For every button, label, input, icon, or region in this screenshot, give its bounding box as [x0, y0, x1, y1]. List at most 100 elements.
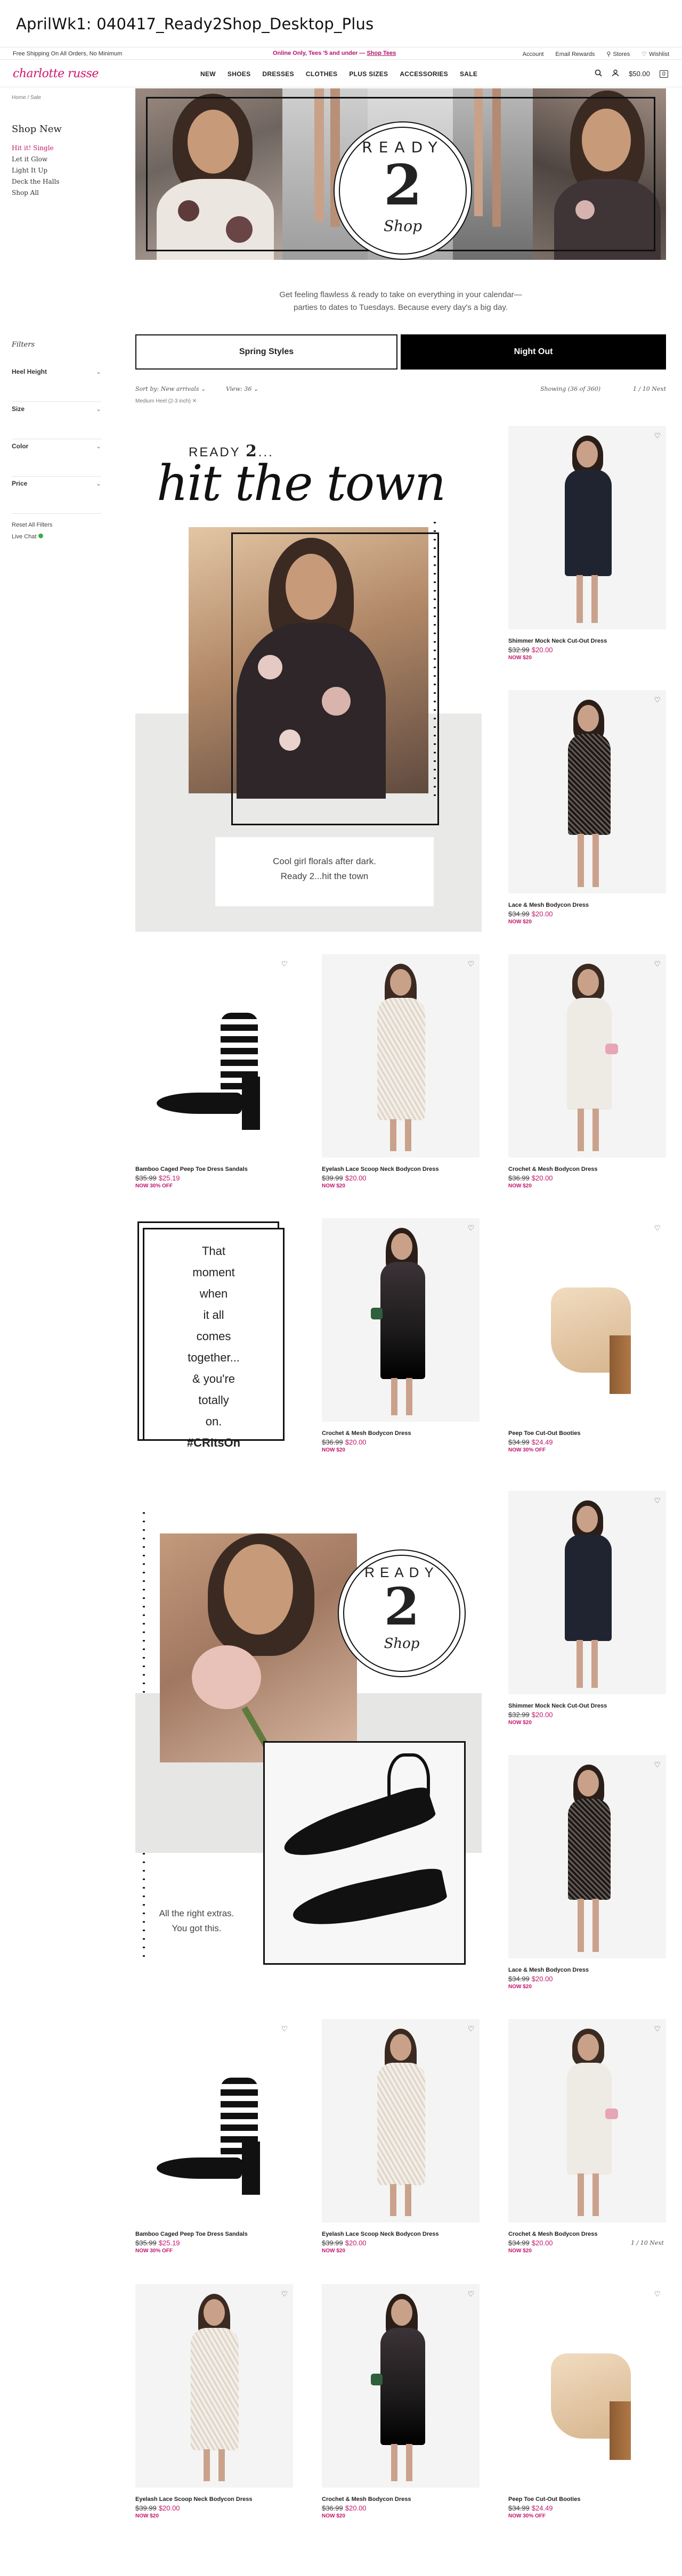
product-name[interactable]: Crochet & Mesh Bodycon Dress: [508, 1166, 666, 1172]
nav-new[interactable]: NEW: [200, 70, 216, 78]
sidebar-item-deck-the-halls[interactable]: Deck the Halls: [12, 176, 59, 187]
breadcrumb[interactable]: Home / Sale: [12, 95, 41, 101]
product-image[interactable]: ♡: [135, 954, 293, 1158]
reset-filters-link[interactable]: Reset All Filters: [12, 519, 101, 531]
heart-icon[interactable]: ♡: [654, 1496, 661, 1505]
heart-icon[interactable]: ♡: [467, 2024, 474, 2033]
nav-sale[interactable]: SALE: [460, 70, 477, 78]
product-tile[interactable]: ♡ Shimmer Mock Neck Cut-Out Dress $32.99…: [508, 426, 666, 661]
product-tile[interactable]: ♡ Bamboo Caged Peep Toe Dress Sandals $3…: [135, 2019, 293, 2254]
product-tile[interactable]: ♡ Eyelash Lace Scoop Neck Bodycon Dress …: [322, 2019, 480, 2254]
pagination[interactable]: 1 / 10 Next: [633, 385, 666, 392]
bag-count-badge[interactable]: 0: [659, 70, 668, 78]
product-name[interactable]: Crochet & Mesh Bodycon Dress: [322, 2496, 480, 2503]
product-image[interactable]: ♡: [508, 2019, 666, 2222]
nav-plus-sizes[interactable]: PLUS SIZES: [349, 70, 388, 78]
heart-icon[interactable]: ♡: [654, 959, 661, 969]
product-name[interactable]: Bamboo Caged Peep Toe Dress Sandals: [135, 1166, 293, 1172]
quote-hashtag[interactable]: #CRItsOn: [143, 1432, 285, 1454]
product-tile[interactable]: ♡ Shimmer Mock Neck Cut-Out Dress $32.99…: [508, 1491, 666, 1726]
user-icon[interactable]: [612, 69, 619, 78]
product-image[interactable]: ♡: [508, 1218, 666, 1422]
stores-link[interactable]: ⚲ Stores: [606, 51, 630, 58]
email-rewards-link[interactable]: Email Rewards: [555, 51, 595, 58]
product-image[interactable]: ♡: [508, 1755, 666, 1958]
product-image[interactable]: ♡: [322, 2284, 480, 2488]
sidebar-item-let-it-glow[interactable]: Let it Glow: [12, 154, 59, 165]
wishlist-link[interactable]: ♡ Wishlist: [642, 51, 669, 58]
product-image[interactable]: ♡: [508, 2284, 666, 2488]
heart-icon[interactable]: ♡: [654, 695, 661, 704]
sidebar-item-shop-all[interactable]: Shop All: [12, 187, 59, 199]
product-name[interactable]: Bamboo Caged Peep Toe Dress Sandals: [135, 2231, 293, 2237]
selected-filter-chip[interactable]: Medium Heel (2-3 inch) ✕: [135, 398, 197, 404]
tab-night-out[interactable]: Night Out: [401, 334, 666, 370]
search-icon[interactable]: [595, 69, 602, 78]
heart-icon[interactable]: ♡: [654, 1760, 661, 1769]
product-name[interactable]: Lace & Mesh Bodycon Dress: [508, 1967, 666, 1973]
heart-icon[interactable]: ♡: [281, 2290, 288, 2299]
product-tile[interactable]: ♡ Peep Toe Cut-Out Booties $34.99 $24.49 …: [508, 1218, 666, 1453]
heart-icon[interactable]: ♡: [654, 431, 661, 440]
product-tile[interactable]: ♡ Crochet & Mesh Bodycon Dress $36.99 $20…: [322, 1218, 480, 1453]
product-image[interactable]: ♡: [322, 954, 480, 1158]
product-image[interactable]: ♡: [135, 2019, 293, 2222]
ready2shop-editorial[interactable]: READY 2 Shop All the right extras. You g…: [135, 1491, 482, 1986]
product-name[interactable]: Peep Toe Cut-Out Booties: [508, 1430, 666, 1437]
product-name[interactable]: Crochet & Mesh Bodycon Dress: [508, 2231, 666, 2237]
product-tile[interactable]: ♡ Crochet & Mesh Bodycon Dress $36.99 $20…: [322, 2284, 480, 2519]
product-tile[interactable]: ♡ Bamboo Caged Peep Toe Dress Sandals $3…: [135, 954, 293, 1189]
nav-dresses[interactable]: DRESSES: [262, 70, 294, 78]
filter-color[interactable]: Color ⌄: [12, 439, 101, 477]
product-tile[interactable]: ♡ Eyelash Lace Scoop Neck Bodycon Dress …: [135, 2284, 293, 2519]
product-tile[interactable]: ♡ Crochet & Mesh Bodycon Dress $34.99 $20…: [508, 2019, 666, 2254]
product-name[interactable]: Eyelash Lace Scoop Neck Bodycon Dress: [322, 2231, 480, 2237]
filter-heel-height[interactable]: Heel Height ⌄: [12, 365, 101, 402]
nav-shoes[interactable]: SHOES: [228, 70, 251, 78]
product-tile[interactable]: ♡ Lace & Mesh Bodycon Dress $34.99 $20.00…: [508, 1755, 666, 1990]
product-tile[interactable]: ♡ Crochet & Mesh Bodycon Dress $36.99 $20…: [508, 954, 666, 1189]
product-name[interactable]: Shimmer Mock Neck Cut-Out Dress: [508, 1703, 666, 1709]
product-image[interactable]: ♡: [508, 690, 666, 893]
heart-icon[interactable]: ♡: [654, 2290, 661, 2299]
sidebar-item-hit-it-single[interactable]: Hit it! Single: [12, 143, 59, 154]
heart-icon[interactable]: ♡: [281, 2024, 288, 2033]
product-image[interactable]: ♡: [508, 954, 666, 1158]
sort-dropdown[interactable]: Sort by: New arrivals ⌄: [135, 385, 206, 392]
product-name[interactable]: Eyelash Lace Scoop Neck Bodycon Dress: [322, 1166, 480, 1172]
product-image[interactable]: ♡: [322, 1218, 480, 1422]
hit-the-town-editorial[interactable]: READY 2... hit the town Cool girl floral…: [135, 426, 482, 932]
product-name[interactable]: Shimmer Mock Neck Cut-Out Dress: [508, 638, 666, 644]
shop-tees-link[interactable]: Shop Tees: [367, 50, 396, 56]
product-name[interactable]: Eyelash Lace Scoop Neck Bodycon Dress: [135, 2496, 293, 2503]
product-name[interactable]: Lace & Mesh Bodycon Dress: [508, 902, 666, 908]
hero-banner[interactable]: READY 2 Shop: [135, 88, 666, 260]
product-tile[interactable]: ♡ Lace & Mesh Bodycon Dress $34.99 $20.00…: [508, 690, 666, 925]
product-image[interactable]: ♡: [135, 2284, 293, 2488]
live-chat-link[interactable]: Live Chat: [12, 531, 101, 543]
pagination-bottom[interactable]: 1 / 10 Next: [631, 2239, 664, 2246]
heart-icon[interactable]: ♡: [654, 1224, 661, 1233]
cart-total[interactable]: $50.00: [629, 70, 650, 78]
nav-clothes[interactable]: CLOTHES: [306, 70, 337, 78]
product-name[interactable]: Crochet & Mesh Bodycon Dress: [322, 1430, 480, 1437]
heart-icon[interactable]: ♡: [281, 959, 288, 969]
product-tile[interactable]: ♡ Eyelash Lace Scoop Neck Bodycon Dress …: [322, 954, 480, 1189]
product-tile[interactable]: ♡ Peep Toe Cut-Out Booties $34.99 $24.49 …: [508, 2284, 666, 2519]
heart-icon[interactable]: ♡: [654, 2024, 661, 2033]
product-image[interactable]: ♡: [508, 426, 666, 629]
filter-size[interactable]: Size ⌄: [12, 402, 101, 439]
nav-accessories[interactable]: ACCESSORIES: [400, 70, 448, 78]
heart-icon[interactable]: ♡: [467, 959, 474, 969]
view-dropdown[interactable]: View: 36 ⌄: [226, 385, 258, 392]
brand-logo[interactable]: charlotte russe: [13, 67, 99, 80]
product-name[interactable]: Peep Toe Cut-Out Booties: [508, 2496, 666, 2503]
heart-icon[interactable]: ♡: [467, 2290, 474, 2299]
account-link[interactable]: Account: [523, 51, 544, 58]
product-image[interactable]: ♡: [508, 1491, 666, 1694]
heart-icon[interactable]: ♡: [467, 1224, 474, 1233]
product-image[interactable]: ♡: [322, 2019, 480, 2222]
sidebar-item-light-it-up[interactable]: Light It Up: [12, 165, 59, 176]
filter-price[interactable]: Price ⌄: [12, 477, 101, 514]
tab-spring-styles[interactable]: Spring Styles: [135, 334, 397, 370]
